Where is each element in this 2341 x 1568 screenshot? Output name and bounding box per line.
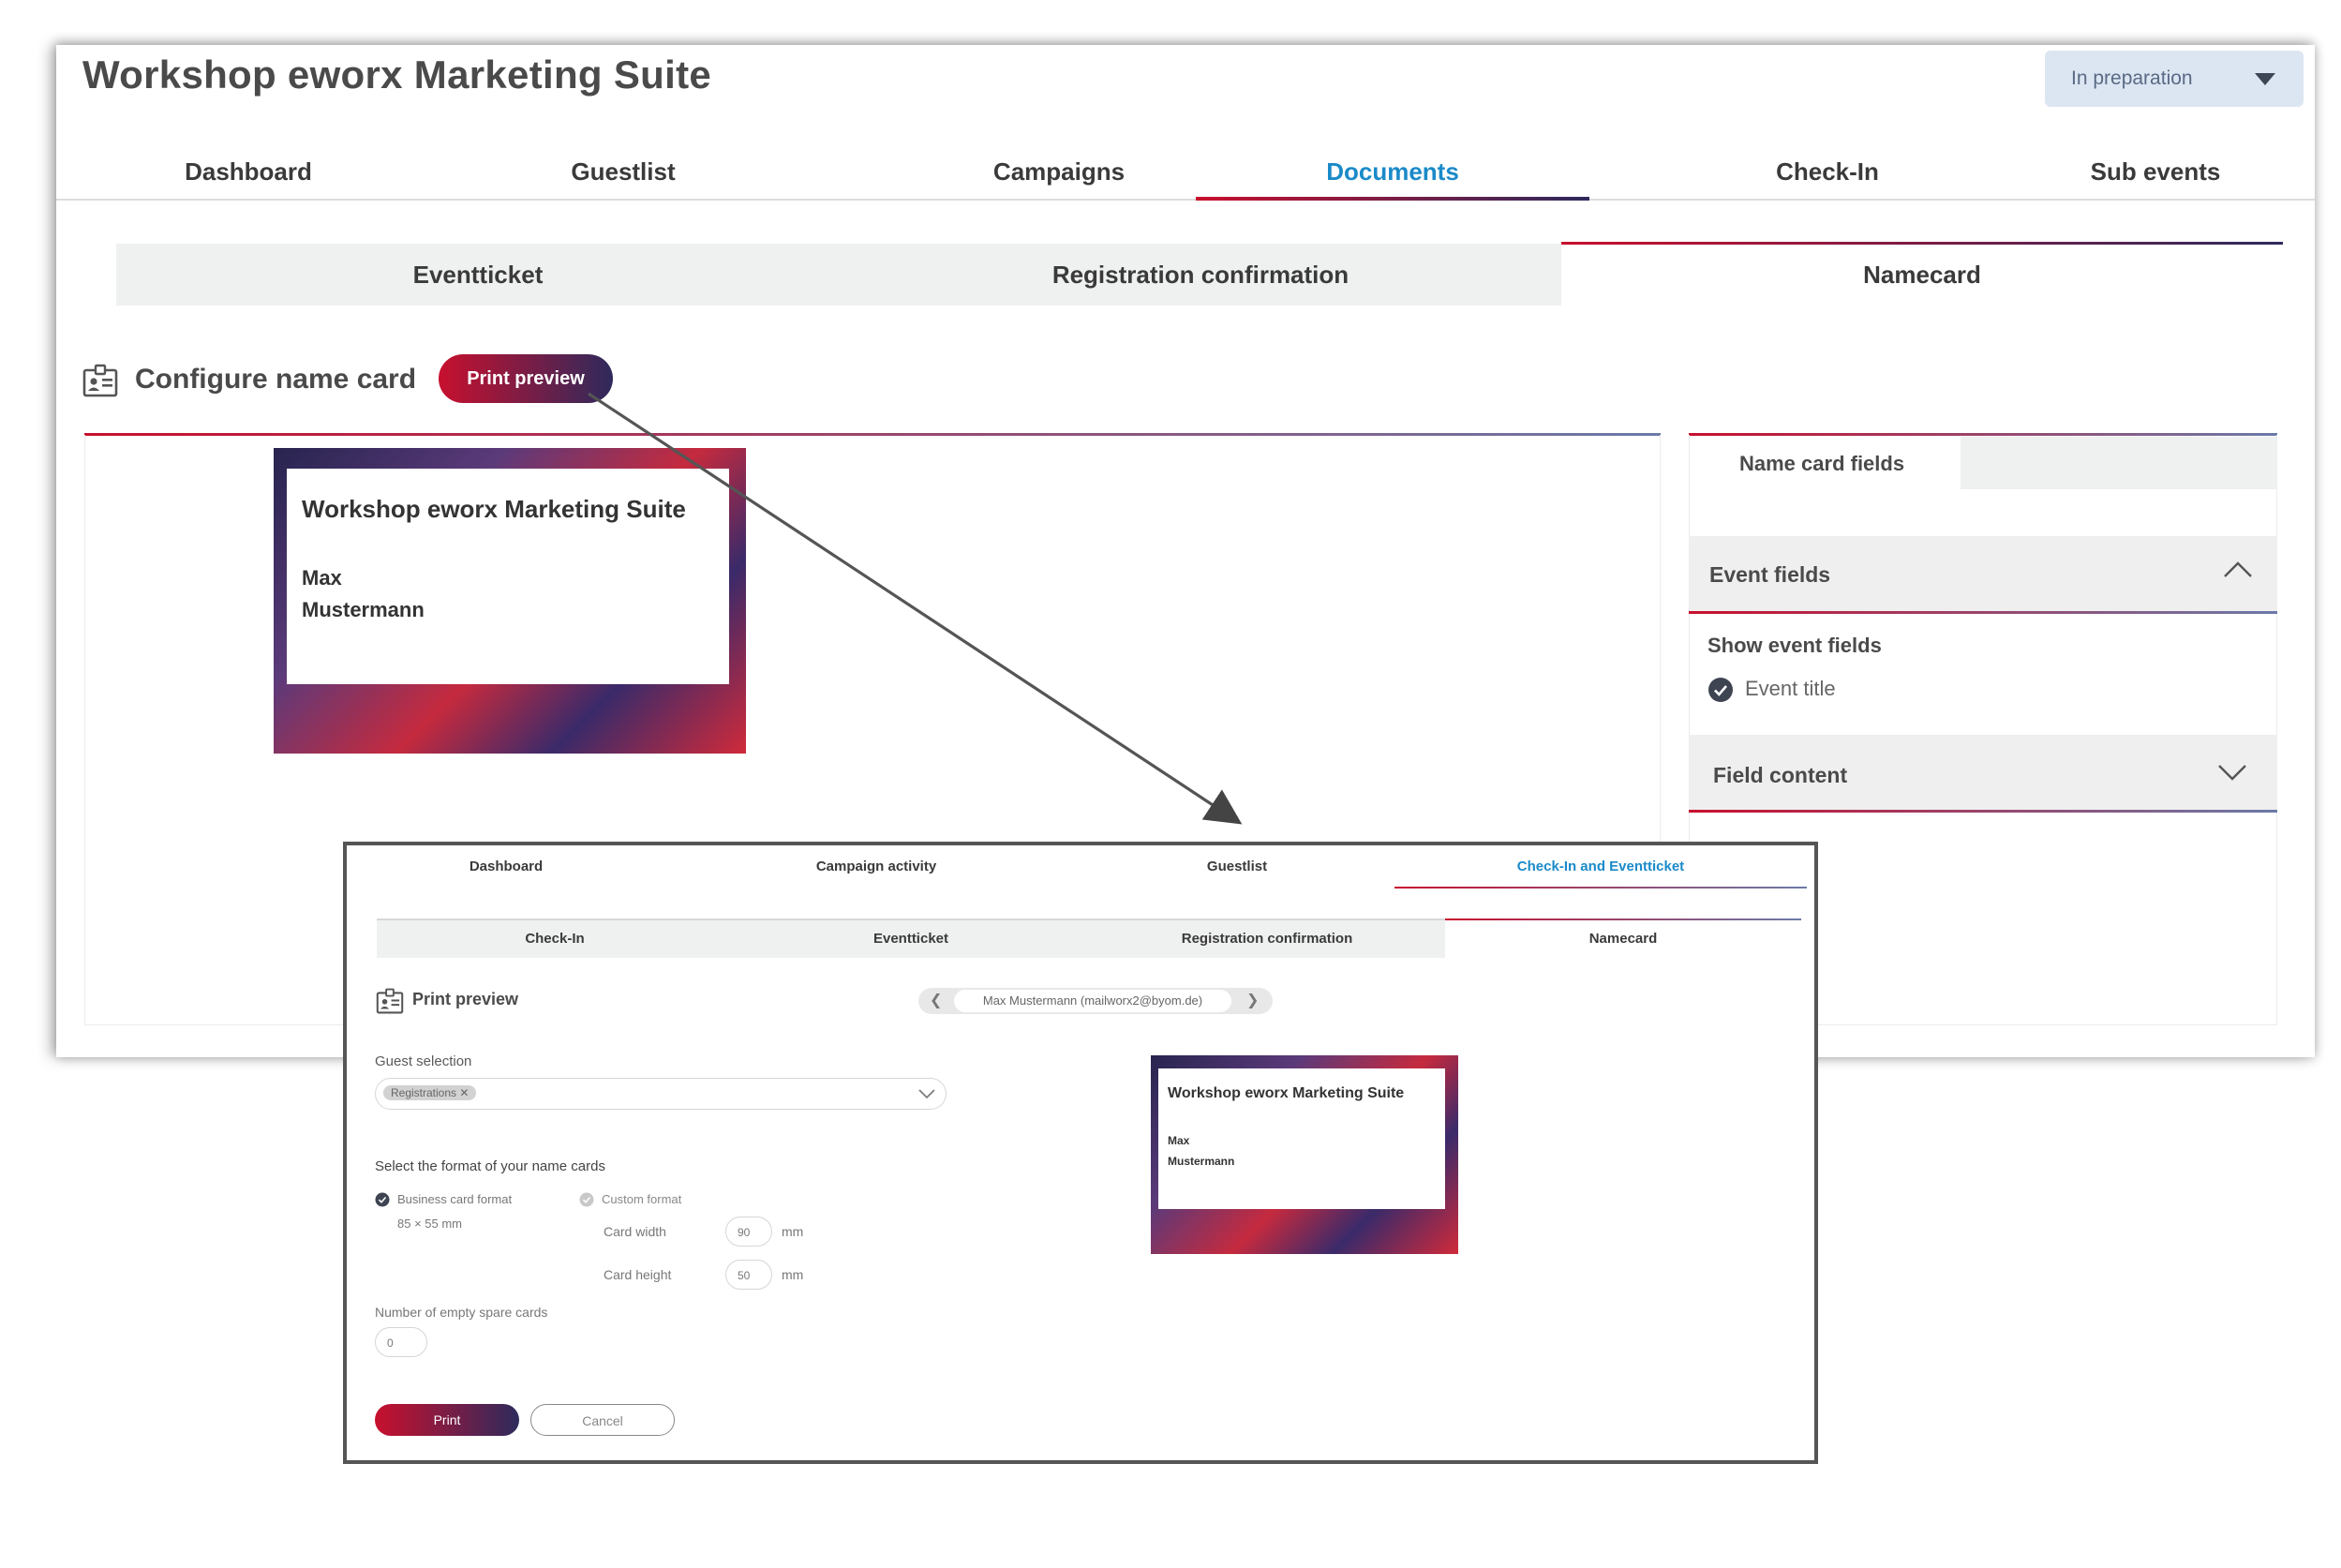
format-business-label: Business card format bbox=[397, 1192, 513, 1206]
preview-namecard-content: Workshop eworx Marketing Suite Max Muste… bbox=[1158, 1068, 1445, 1209]
card-width-unit: mm bbox=[782, 1224, 804, 1239]
check-circle-icon bbox=[579, 1192, 594, 1207]
preview-tab-indicator bbox=[1394, 887, 1807, 889]
preview-subtab-eventticket[interactable]: Eventticket bbox=[733, 920, 1089, 958]
card-width-input[interactable]: 90 bbox=[725, 1217, 772, 1247]
preview-subtab-check-in[interactable]: Check-In bbox=[377, 920, 733, 958]
card-width-label: Card width bbox=[604, 1224, 666, 1239]
format-business-radio[interactable]: Business card format bbox=[375, 1190, 562, 1209]
guest-selection-select[interactable]: Registrations ✕ bbox=[375, 1078, 947, 1110]
preview-namecard-first-name: Max bbox=[1168, 1134, 1190, 1147]
preview-subtab-namecard[interactable]: Namecard bbox=[1445, 920, 1801, 958]
preview-tab-check-in-eventticket[interactable]: Check-In and Eventticket bbox=[1394, 859, 1807, 874]
preview-namecard-event-title: Workshop eworx Marketing Suite bbox=[1168, 1085, 1405, 1101]
guest-selection-chip[interactable]: Registrations ✕ bbox=[383, 1085, 477, 1100]
guest-selection-chip-label: Registrations bbox=[391, 1086, 457, 1099]
card-height-label: Card height bbox=[604, 1267, 672, 1282]
chevron-left-icon[interactable]: ❮ bbox=[930, 991, 942, 1009]
preview-title: Print preview bbox=[412, 990, 519, 1008]
chevron-right-icon[interactable]: ❯ bbox=[1246, 991, 1259, 1009]
chevron-down-icon bbox=[918, 1089, 935, 1099]
card-height-unit: mm bbox=[782, 1267, 804, 1282]
preview-subtab-indicator bbox=[1445, 918, 1801, 920]
preview-namecard: Workshop eworx Marketing Suite Max Muste… bbox=[1151, 1055, 1458, 1254]
guest-pager: ❮ Max Mustermann (mailworx2@byom.de) ❯ bbox=[918, 988, 1273, 1014]
preview-subtab-registration-confirmation[interactable]: Registration confirmation bbox=[1089, 920, 1445, 958]
preview-tab-dashboard[interactable]: Dashboard bbox=[384, 859, 628, 874]
guest-selection-label: Guest selection bbox=[375, 1053, 472, 1069]
id-card-icon bbox=[376, 988, 404, 1014]
print-button[interactable]: Print bbox=[375, 1404, 519, 1436]
format-custom-label: Custom format bbox=[602, 1192, 682, 1206]
spare-cards-label: Number of empty spare cards bbox=[375, 1305, 548, 1320]
check-circle-icon bbox=[375, 1192, 390, 1207]
cancel-button[interactable]: Cancel bbox=[530, 1404, 675, 1436]
card-height-input[interactable]: 50 bbox=[725, 1260, 772, 1290]
preview-tab-campaign-activity[interactable]: Campaign activity bbox=[722, 859, 1031, 874]
preview-namecard-last-name: Mustermann bbox=[1168, 1155, 1235, 1168]
preview-subtab-divider bbox=[377, 918, 1445, 920]
format-business-size: 85 × 55 mm bbox=[397, 1217, 463, 1231]
guest-pager-value: Max Mustermann (mailworx2@byom.de) bbox=[954, 990, 1231, 1012]
preview-tab-guestlist[interactable]: Guestlist bbox=[1096, 859, 1378, 874]
spare-cards-input[interactable]: 0 bbox=[375, 1327, 427, 1357]
format-label: Select the format of your name cards bbox=[375, 1158, 605, 1174]
print-preview-screenshot: Dashboard Campaign activity Guestlist Ch… bbox=[343, 842, 1818, 1464]
format-custom-radio[interactable]: Custom format bbox=[579, 1190, 767, 1209]
